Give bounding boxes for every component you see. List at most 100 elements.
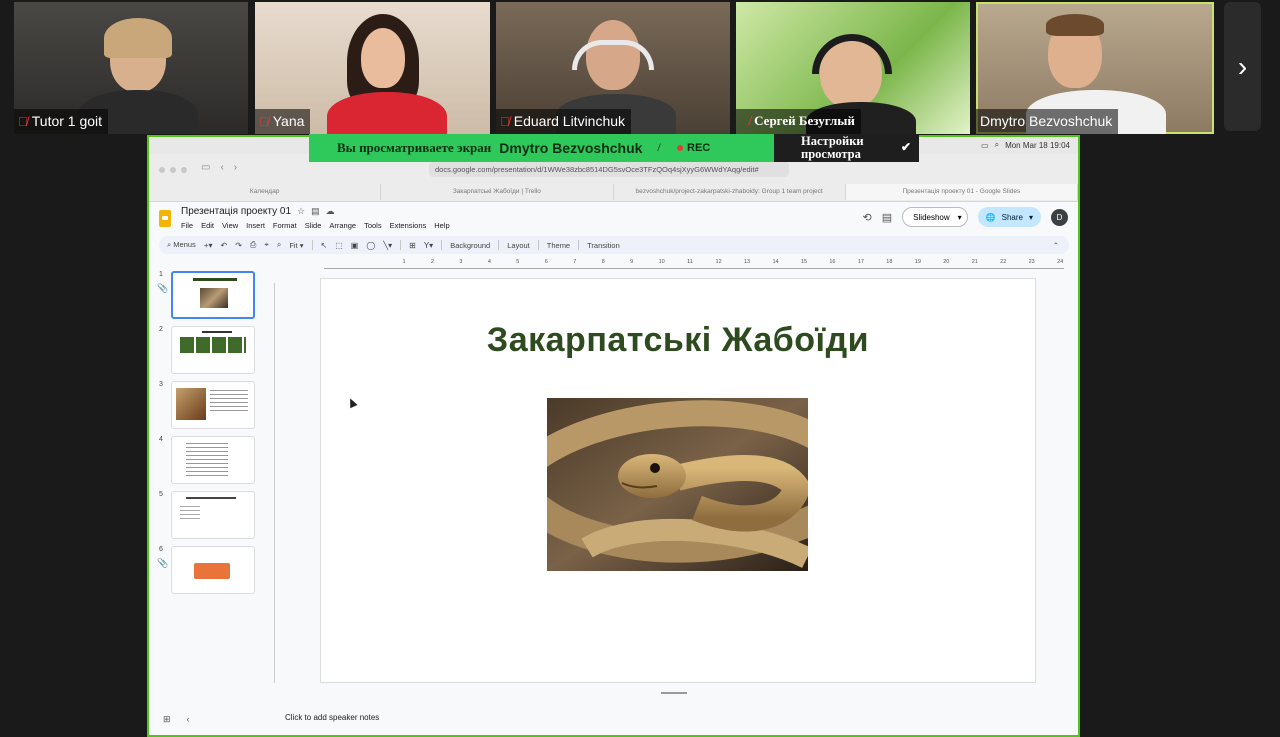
mic-muted-icon: 🎙̸: [259, 113, 269, 129]
participant-body: [327, 92, 447, 134]
browser-tab[interactable]: Закарпатські Жабоїди | Trello: [381, 184, 614, 200]
divider: [537, 240, 539, 250]
star-icon[interactable]: ☆: [297, 206, 305, 216]
slide-thumbnail-5[interactable]: 5: [155, 491, 265, 539]
text-box-icon[interactable]: ⬚: [335, 241, 343, 250]
address-bar[interactable]: docs.google.com/presentation/d/1WWe38zbc…: [429, 162, 789, 177]
paint-format-icon[interactable]: ⌖: [264, 240, 269, 250]
participant-tile[interactable]: 🎙̸ Tutor 1 goit: [14, 2, 248, 134]
menu-help[interactable]: Help: [434, 221, 449, 230]
ruler-tick-label: 3: [459, 259, 463, 265]
zoom-select[interactable]: Fit ▾: [289, 241, 303, 250]
slide-thumbnail-6[interactable]: 6 📎: [155, 546, 265, 594]
layout-button[interactable]: Layout: [507, 241, 530, 250]
comments-icon[interactable]: ▤: [882, 211, 892, 224]
comment-add-icon[interactable]: ⊞: [409, 241, 416, 250]
slide-thumbnail-3[interactable]: 3: [155, 381, 265, 429]
participant-tile-active-speaker[interactable]: Dmytro Bezvoshchuk: [976, 2, 1214, 134]
share-button[interactable]: 🌐 Share ▾: [977, 207, 1041, 227]
grid-view-icon[interactable]: ⊞: [163, 714, 171, 725]
next-participants-button[interactable]: ›: [1224, 2, 1261, 131]
ruler-tick-label: 1: [402, 259, 406, 265]
slide-thumbnail-1[interactable]: 1 📎: [155, 271, 265, 319]
participant-tile[interactable]: 🎙̸ Yana: [255, 2, 490, 134]
browser-tab-active[interactable]: Презентація проекту 01 - Google Slides: [845, 184, 1078, 200]
slides-logo-icon[interactable]: [159, 210, 171, 227]
participant-name-label: 🎙̸ Yana: [255, 109, 311, 134]
slide-thumbnail-2[interactable]: 2: [155, 326, 265, 374]
ruler-tick-label: 2: [430, 259, 434, 265]
menu-view[interactable]: View: [222, 221, 238, 230]
transition-button[interactable]: Transition: [587, 241, 620, 250]
menu-extensions[interactable]: Extensions: [390, 221, 427, 230]
menu-arrange[interactable]: Arrange: [329, 221, 356, 230]
redo-icon[interactable]: ↷: [235, 241, 242, 250]
divider: [441, 240, 443, 250]
header-actions: ⟲ ▤ Slideshow ▾ 🌐 Share ▾ D: [863, 207, 1068, 227]
collapse-panel-icon[interactable]: ‹: [187, 714, 190, 725]
speaker-notes[interactable]: Click to add speaker notes: [275, 702, 1071, 732]
forward-icon[interactable]: ›: [234, 162, 237, 173]
browser-nav[interactable]: ▭ ‹ ›: [201, 162, 237, 173]
menu-insert[interactable]: Insert: [246, 221, 265, 230]
participant-tile[interactable]: 🎙̸ Eduard Litvinchuk: [496, 2, 730, 134]
editing-toolbar: ⌕ Menus +▾ ↶ ↷ ⎙ ⌖ ⌕ Fit ▾ ↖ ⬚ ▣ ◯ ╲▾ ⊞ …: [159, 236, 1069, 254]
divider: [400, 240, 402, 250]
view-settings-button[interactable]: Настройки просмотра ✔: [774, 134, 919, 162]
avatar[interactable]: D: [1051, 208, 1068, 226]
headphones: [572, 40, 654, 70]
cloud-icon[interactable]: ☁: [326, 206, 335, 216]
new-slide-icon[interactable]: +▾: [204, 241, 213, 250]
participant-hair: [104, 18, 172, 58]
slide-title[interactable]: Закарпатські Жабоїди: [321, 321, 1035, 360]
ruler-tick-label: 8: [601, 259, 605, 265]
slide-canvas[interactable]: Закарпатські Жабоїди: [321, 279, 1035, 682]
slideshow-button[interactable]: Slideshow ▾: [902, 207, 968, 227]
print-icon[interactable]: ⎙: [250, 240, 256, 250]
snake-image[interactable]: [547, 398, 808, 571]
menu-slide[interactable]: Slide: [305, 221, 322, 230]
ruler-tick-label: 21: [971, 259, 978, 265]
battery-icon: ▭: [981, 140, 989, 150]
sidebar-icon[interactable]: ▭: [201, 162, 210, 173]
line-icon[interactable]: ╲▾: [383, 241, 392, 250]
slides-header: Презентація проекту 01 ☆ ▤ ☁ File Edit View…: [149, 202, 1078, 235]
browser-tab[interactable]: bezvoshchuk/project-zakarpatski-zhaboidy…: [614, 184, 846, 200]
participant-tile[interactable]: 🎙̸ Сергей Безуглый: [736, 2, 970, 134]
chevron-down-icon[interactable]: ▾: [958, 213, 962, 222]
divider: [498, 240, 500, 250]
collapse-toolbar-icon[interactable]: ⌃: [1053, 241, 1059, 250]
background-button[interactable]: Background: [450, 241, 490, 250]
menu-format[interactable]: Format: [273, 221, 297, 230]
zoom-icon[interactable]: ⌕: [277, 240, 281, 250]
menu-file[interactable]: File: [181, 221, 193, 230]
input-tools-icon[interactable]: Y▾: [424, 241, 433, 250]
image-icon[interactable]: ▣: [351, 241, 359, 250]
ruler-tick-label: 23: [1028, 259, 1035, 265]
window-controls[interactable]: [159, 167, 187, 173]
menu-tools[interactable]: Tools: [364, 221, 382, 230]
divider: [311, 240, 313, 250]
notes-resize-handle[interactable]: [661, 692, 687, 694]
ruler-tick-label: 14: [772, 259, 779, 265]
shared-screen: ▭ ⌕ Mon Mar 18 19:04 ▭ ‹ › docs.google.com…: [147, 135, 1080, 737]
back-icon[interactable]: ‹: [220, 162, 223, 173]
thumbnail-preview: [171, 436, 255, 484]
menu-edit[interactable]: Edit: [201, 221, 214, 230]
slide-thumbnail-4[interactable]: 4: [155, 436, 265, 484]
version-history-icon[interactable]: ⟲: [863, 211, 872, 224]
folder-icon[interactable]: ▤: [311, 206, 320, 216]
undo-icon[interactable]: ↶: [221, 241, 228, 250]
record-dot-icon: [677, 145, 683, 151]
select-icon[interactable]: ↖: [321, 241, 328, 250]
document-title[interactable]: Презентація проекту 01 ☆ ▤ ☁: [181, 206, 335, 217]
search-icon: ⌕: [167, 240, 172, 249]
divider: [578, 240, 580, 250]
browser-tab[interactable]: Календар: [149, 184, 382, 200]
search-menus-input[interactable]: ⌕ Menus: [167, 240, 196, 250]
shape-icon[interactable]: ◯: [366, 241, 375, 250]
ruler-tick-label: 24: [1057, 259, 1064, 265]
mic-muted-icon: 🎙̸: [500, 113, 510, 129]
theme-button[interactable]: Theme: [547, 241, 570, 250]
chevron-down-icon[interactable]: ▾: [1029, 213, 1033, 222]
